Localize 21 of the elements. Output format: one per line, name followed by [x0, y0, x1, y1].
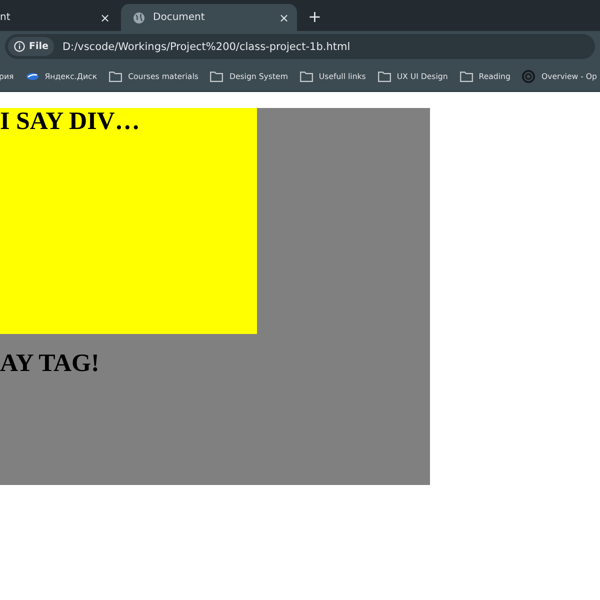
disk-icon	[26, 72, 39, 81]
close-tab-button[interactable]: ×	[278, 10, 289, 24]
folder-icon	[210, 71, 224, 82]
folder-icon	[378, 71, 391, 82]
info-icon	[14, 41, 25, 52]
browser-tab[interactable]: nt ×	[0, 4, 118, 31]
url-text: D:/vscode/Workings/Project%200/class-project-1b.html	[62, 40, 350, 52]
new-tab-button[interactable]: +	[308, 7, 322, 26]
tab-title: Document	[153, 12, 206, 23]
div-heading: I SAY DIV…	[0, 108, 140, 136]
folder-icon	[300, 71, 313, 82]
tag-heading: AY TAG!	[0, 350, 100, 378]
swirl-icon	[522, 70, 536, 83]
tab-title: nt	[0, 12, 12, 23]
site-info-chip[interactable]: File	[8, 37, 54, 56]
address-bar[interactable]: File D:/vscode/Workings/Project%200/class-project-1b.html	[5, 34, 595, 59]
browser-tab[interactable]: Document ×	[121, 4, 297, 31]
globe-icon	[133, 12, 145, 24]
folder-icon	[109, 71, 122, 82]
folder-icon	[460, 71, 473, 82]
close-tab-button[interactable]: ×	[100, 10, 110, 24]
